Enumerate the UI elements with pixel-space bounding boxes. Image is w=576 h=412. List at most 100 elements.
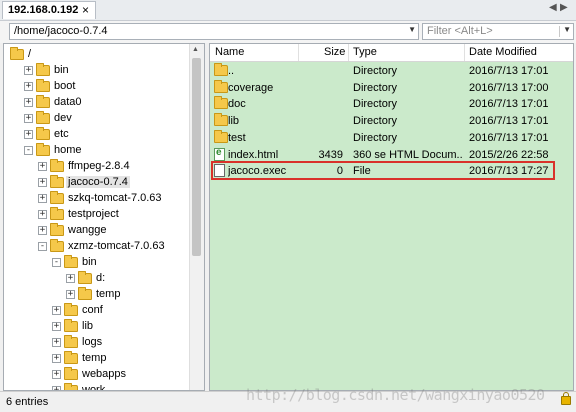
folder-icon: [50, 175, 64, 188]
column-date-modified[interactable]: Date Modified: [469, 46, 537, 58]
folder-icon: [214, 96, 228, 110]
folder-icon: [36, 79, 50, 92]
expand-icon[interactable]: +: [24, 98, 33, 107]
path-input[interactable]: /home/jacoco-0.7.4: [14, 25, 108, 37]
file-type: 360 se HTML Docum...: [353, 148, 463, 161]
folder-icon: [50, 207, 64, 220]
file-name: index.html: [228, 148, 279, 161]
column-divider[interactable]: [464, 44, 465, 61]
tree-item[interactable]: + conf: [4, 303, 190, 319]
tab-close-icon[interactable]: ×: [82, 3, 89, 17]
file-row[interactable]: lib Directory 2016/7/13 17:01: [210, 113, 573, 130]
column-type[interactable]: Type: [353, 46, 377, 58]
tree-item[interactable]: + szkq-tomcat-7.0.63: [4, 191, 190, 207]
triangle-left-icon[interactable]: ◀: [549, 2, 557, 13]
watermark: http://blog.csdn.net/wangxinyao0520: [246, 386, 545, 404]
file-type: Directory: [353, 81, 398, 94]
scroll-up-icon[interactable]: ▲: [192, 46, 199, 53]
expand-icon[interactable]: +: [24, 82, 33, 91]
tree-item-label: lib: [82, 320, 94, 332]
file-name: doc: [228, 98, 246, 111]
column-divider[interactable]: [298, 44, 299, 61]
file-row[interactable]: .. Directory 2016/7/13 17:01: [210, 63, 573, 80]
file-row[interactable]: test Directory 2016/7/13 17:01: [210, 129, 573, 147]
tree-item-label: /: [28, 48, 32, 60]
tree-item[interactable]: - bin: [4, 255, 190, 271]
file-list[interactable]: Name Size Type Date Modified .. Directory…: [209, 43, 574, 391]
folder-icon: [50, 223, 64, 236]
expand-icon[interactable]: +: [38, 178, 47, 187]
tree-item[interactable]: + jacoco-0.7.4: [4, 175, 190, 191]
path-combobox[interactable]: /home/jacoco-0.7.4 ▼: [9, 23, 419, 40]
tree-item[interactable]: + work: [4, 383, 190, 391]
triangle-right-icon[interactable]: ▶: [560, 2, 568, 13]
tree-item[interactable]: - xzmz-tomcat-7.0.63: [4, 239, 190, 255]
tree-item[interactable]: + temp: [4, 351, 190, 367]
file-row[interactable]: coverage Directory 2016/7/13 17:00: [210, 79, 573, 97]
file-name: lib: [228, 115, 240, 128]
column-name[interactable]: Name: [215, 46, 244, 58]
tree-item[interactable]: + ffmpeg-2.8.4: [4, 159, 190, 175]
expand-icon[interactable]: +: [66, 290, 75, 299]
tree-item[interactable]: + etc: [4, 127, 190, 143]
filter-combobox[interactable]: Filter <Alt+L> ▼: [422, 23, 574, 40]
expand-icon[interactable]: +: [38, 226, 47, 235]
chevron-down-icon[interactable]: ▼: [563, 25, 571, 34]
expand-icon[interactable]: +: [52, 370, 61, 379]
tree-item[interactable]: + data0: [4, 95, 190, 111]
expand-icon[interactable]: +: [52, 306, 61, 315]
tree-item[interactable]: + dev: [4, 111, 190, 127]
chevron-down-icon[interactable]: ▼: [408, 25, 416, 34]
column-divider[interactable]: [348, 44, 349, 61]
tree-item-label: webapps: [82, 368, 127, 380]
tree-scrollbar[interactable]: ▲: [189, 44, 204, 390]
tree-item[interactable]: + wangge: [4, 223, 190, 239]
tree-item[interactable]: + boot: [4, 79, 190, 95]
expand-icon[interactable]: +: [66, 274, 75, 283]
tree-item[interactable]: + lib: [4, 319, 190, 335]
tree-item[interactable]: + webapps: [4, 367, 190, 383]
expand-icon[interactable]: +: [38, 194, 47, 203]
expand-icon[interactable]: +: [52, 338, 61, 347]
expand-icon[interactable]: +: [52, 322, 61, 331]
filter-input[interactable]: Filter <Alt+L>: [427, 25, 493, 37]
file-date-modified: 2015/2/26 22:58: [469, 148, 549, 161]
expand-icon[interactable]: +: [52, 354, 61, 363]
tree-item-label: home: [54, 144, 82, 156]
expand-icon[interactable]: +: [24, 114, 33, 123]
expand-icon[interactable]: +: [38, 210, 47, 219]
tree-item-label: dev: [54, 112, 72, 124]
tree-item[interactable]: + temp: [4, 287, 190, 303]
filter-divider: [559, 26, 560, 37]
tree-item[interactable]: /: [4, 47, 190, 63]
tree-item[interactable]: - home: [4, 143, 190, 159]
expand-icon[interactable]: +: [24, 130, 33, 139]
collapse-icon[interactable]: -: [38, 242, 47, 251]
tree-item-label: d:: [96, 272, 106, 284]
file-name: ..: [228, 65, 235, 77]
tree-item-label: jacoco-0.7.4: [66, 176, 130, 188]
tab-session[interactable]: 192.168.0.192 ×: [2, 1, 96, 19]
scroll-thumb[interactable]: [192, 58, 201, 256]
tree-item[interactable]: + testproject: [4, 207, 190, 223]
folder-icon: [78, 271, 92, 284]
expand-icon[interactable]: +: [24, 66, 33, 75]
tree-item-label: conf: [82, 304, 103, 316]
folder-icon: [64, 367, 78, 380]
folder-icon: [36, 111, 50, 124]
tree-item-label: logs: [82, 336, 103, 348]
tree-item[interactable]: + d:: [4, 271, 190, 287]
column-size[interactable]: Size: [324, 46, 345, 58]
expand-icon[interactable]: +: [38, 162, 47, 171]
tree-item[interactable]: + bin: [4, 63, 190, 79]
folder-icon: [64, 351, 78, 364]
tree-item-label: work: [82, 384, 106, 391]
file-size: 3439: [318, 148, 343, 161]
directory-tree[interactable]: ▲ / + bin + boot + data0 + dev + etc - home + ffmpeg-2…: [3, 43, 205, 391]
file-row[interactable]: doc Directory 2016/7/13 17:01: [210, 96, 573, 113]
tree-item[interactable]: + logs: [4, 335, 190, 351]
collapse-icon[interactable]: -: [24, 146, 33, 155]
folder-icon: [10, 47, 24, 60]
collapse-icon[interactable]: -: [52, 258, 61, 267]
folder-icon: [214, 79, 228, 93]
